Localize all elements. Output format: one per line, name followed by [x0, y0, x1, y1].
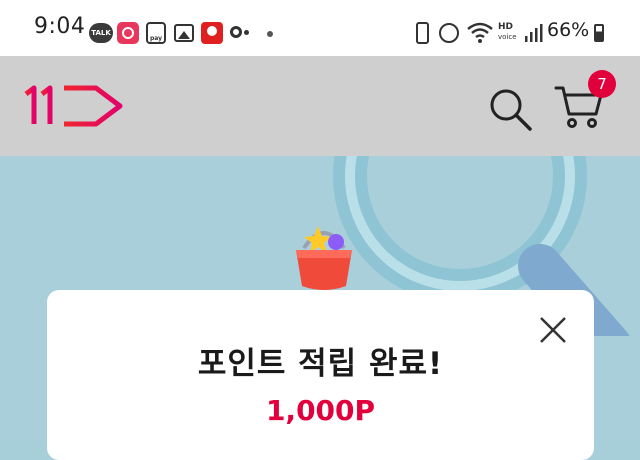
basket-illustration	[296, 226, 352, 290]
battery-icon	[594, 24, 604, 42]
11st-logo[interactable]	[24, 80, 124, 128]
pay-icon: pay	[146, 22, 166, 44]
gallery-icon	[174, 24, 194, 42]
voice-label: voice	[498, 33, 517, 41]
link-dot-icon	[244, 30, 249, 35]
battery-percent: 66%	[547, 19, 590, 41]
battery-saver-icon	[416, 22, 429, 44]
alarm-icon	[439, 23, 459, 43]
kakaotalk-icon: TALK	[89, 23, 113, 43]
signal-icon	[525, 24, 543, 42]
wifi-icon	[467, 22, 493, 43]
link-icon	[230, 26, 242, 38]
cart-count-badge: 7	[588, 70, 616, 98]
status-time: 9:04	[34, 14, 86, 39]
red-app-icon	[201, 22, 223, 44]
more-notifications-icon	[267, 31, 273, 37]
modal-title: 포인트 적립 완료!	[197, 346, 444, 382]
search-button[interactable]	[486, 85, 534, 133]
hd-label: HD	[498, 22, 514, 32]
point-reward-modal: 포인트 적립 완료! 1,000P	[47, 290, 594, 460]
search-icon	[490, 89, 532, 131]
app-notification-icon	[117, 22, 139, 44]
hd-voice-icon: HD voice	[498, 22, 517, 42]
earned-points: 1,000P	[265, 394, 376, 427]
status-bar: 9:04 TALK pay HD voice 66%	[0, 0, 640, 56]
